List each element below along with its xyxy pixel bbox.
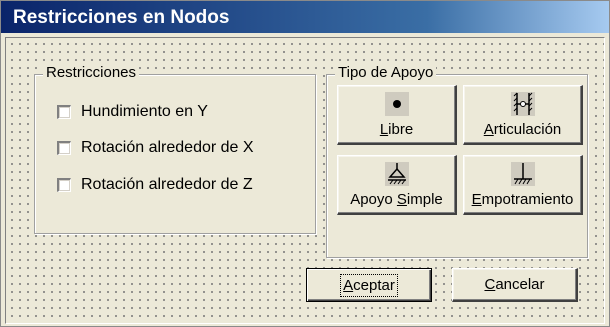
- checkbox-rotacion-z[interactable]: Rotación alrededor de Z: [57, 176, 253, 194]
- libre-button[interactable]: Libre: [337, 85, 457, 145]
- restricciones-group: Restricciones Hundimiento en Y Rotación …: [34, 64, 316, 234]
- aceptar-label: Aceptar: [340, 273, 398, 297]
- checkbox-label[interactable]: Rotación alrededor de X: [81, 139, 254, 157]
- articulacion-label: Articulación: [483, 121, 562, 138]
- checkbox-hundimiento-y[interactable]: Hundimiento en Y: [57, 103, 208, 121]
- title-bar[interactable]: Restricciones en Nodos: [1, 1, 609, 33]
- free-node-icon: [384, 92, 409, 116]
- window-title: Restricciones en Nodos: [13, 7, 230, 28]
- tipo-apoyo-group: Tipo de Apoyo Libre Articulación Apoyo S…: [326, 64, 588, 258]
- empotramiento-button[interactable]: Empotramiento: [463, 155, 583, 215]
- restricciones-legend: Restricciones: [43, 64, 140, 81]
- checkbox-label[interactable]: Rotación alrededor de Z: [81, 176, 253, 194]
- fixed-support-icon: [510, 162, 535, 186]
- checkbox-box[interactable]: [57, 105, 71, 119]
- libre-label: Libre: [379, 121, 414, 138]
- cancelar-label: Cancelar: [484, 276, 545, 293]
- articulacion-button[interactable]: Articulación: [463, 85, 583, 145]
- apoyo-simple-button[interactable]: Apoyo Simple: [337, 155, 457, 215]
- cancelar-button[interactable]: Cancelar: [452, 268, 578, 302]
- roller-support-icon: [384, 162, 409, 186]
- pin-support-icon: [510, 92, 535, 116]
- checkbox-box[interactable]: [57, 178, 71, 192]
- dialog-client-area: Restricciones Hundimiento en Y Rotación …: [5, 37, 605, 324]
- tipo-apoyo-legend: Tipo de Apoyo: [335, 64, 437, 81]
- checkbox-box[interactable]: [57, 141, 71, 155]
- aceptar-button[interactable]: Aceptar: [306, 268, 432, 302]
- checkbox-rotacion-x[interactable]: Rotación alrededor de X: [57, 139, 254, 157]
- dialog-window: Restricciones en Nodos Restricciones Hun…: [0, 0, 610, 327]
- checkbox-label[interactable]: Hundimiento en Y: [81, 103, 208, 121]
- empotramiento-label: Empotramiento: [471, 191, 574, 208]
- apoyo-simple-label: Apoyo Simple: [350, 191, 443, 208]
